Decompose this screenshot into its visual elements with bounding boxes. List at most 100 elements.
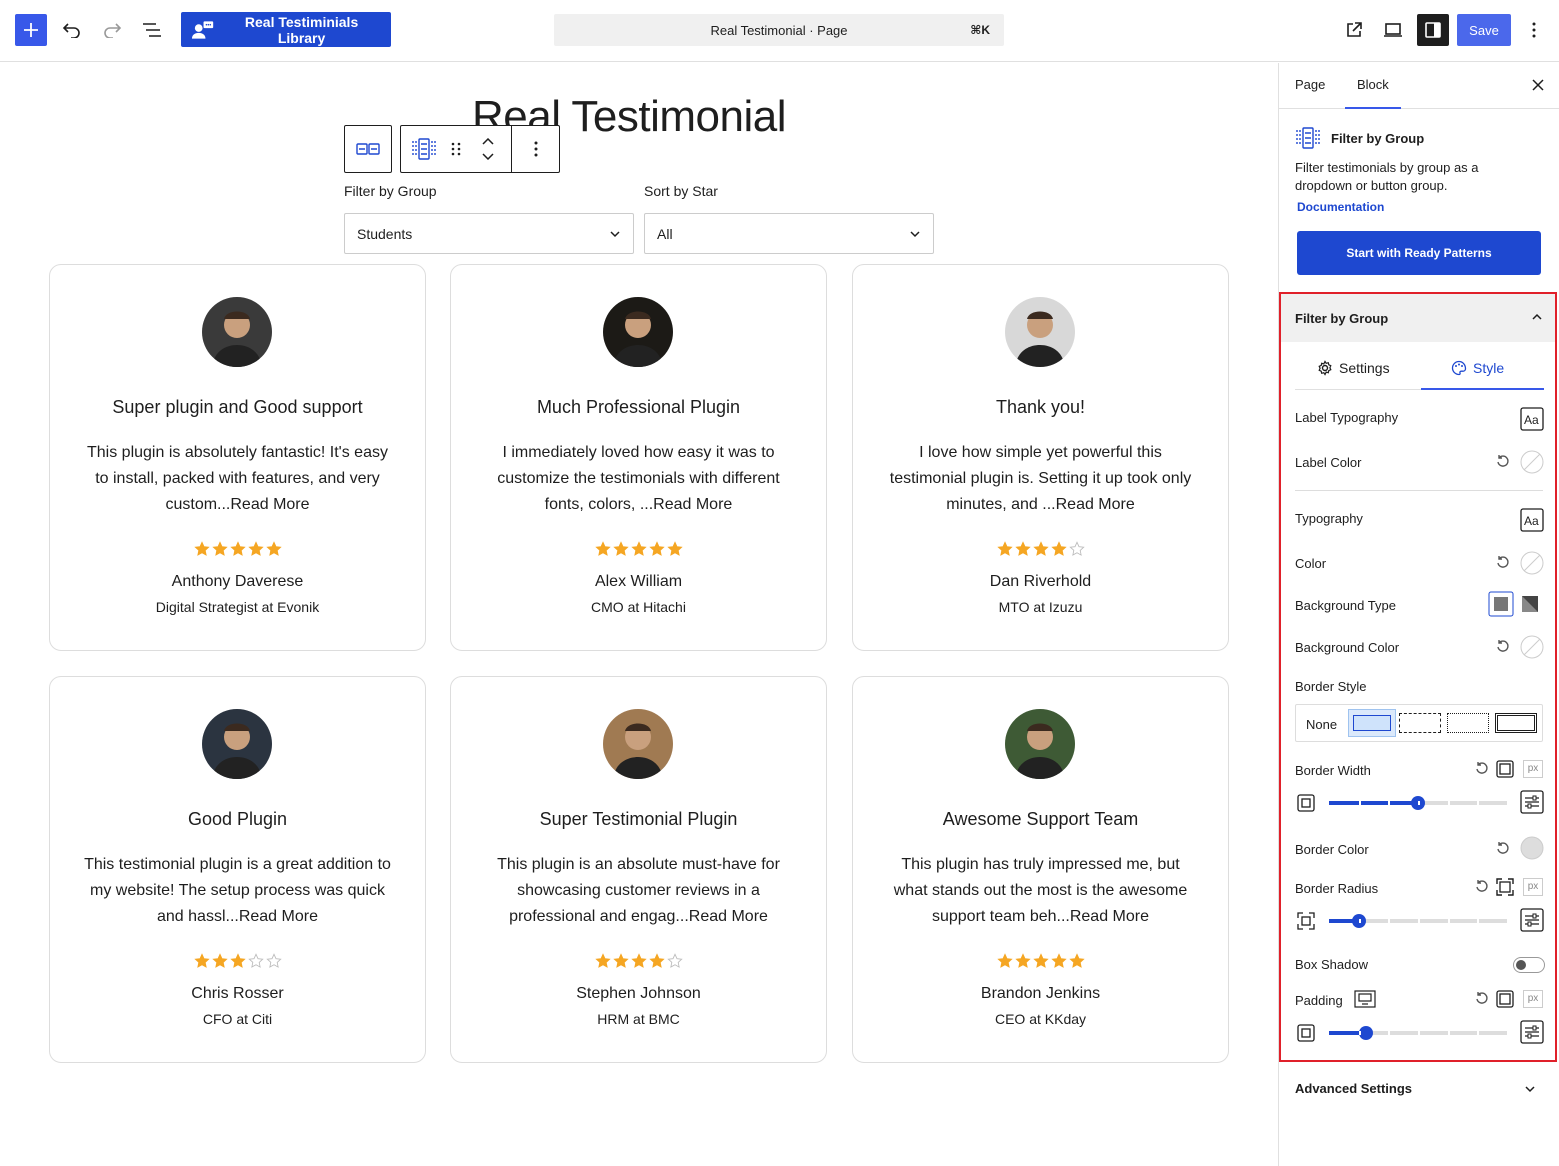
move-down-icon[interactable] — [482, 153, 494, 160]
testimonial-card: Awesome Support Team This plugin has trul… — [852, 676, 1229, 1063]
typography-icon[interactable]: Aa — [1520, 508, 1544, 532]
reset-icon[interactable] — [1496, 842, 1510, 856]
undo-button[interactable] — [58, 16, 86, 44]
close-icon[interactable] — [1530, 77, 1546, 93]
star-filled-icon — [594, 953, 611, 968]
save-button[interactable]: Save — [1457, 14, 1511, 46]
view-post-button[interactable] — [1341, 16, 1367, 44]
reviewer-role: MTO at Izuzu — [998, 599, 1083, 615]
star-filled-icon — [1014, 953, 1031, 968]
subtab-settings[interactable]: Settings — [1317, 360, 1390, 376]
border-none-option[interactable]: None — [1306, 717, 1337, 732]
reset-icon[interactable] — [1475, 992, 1489, 1006]
reset-icon[interactable] — [1496, 455, 1510, 469]
border-width-slider[interactable] — [1329, 796, 1507, 810]
advanced-settings-toggle[interactable]: Advanced Settings — [1295, 1081, 1412, 1096]
options-menu-button[interactable] — [1524, 16, 1544, 44]
custom-values-icon[interactable] — [1520, 1020, 1544, 1044]
move-up-icon[interactable] — [482, 138, 494, 145]
link-sides-icon[interactable] — [1495, 759, 1515, 779]
link-sides-icon[interactable] — [1495, 989, 1515, 1009]
border-dashed-option[interactable] — [1399, 713, 1441, 733]
chevron-down-icon[interactable] — [1524, 1083, 1536, 1095]
border-double-option[interactable] — [1495, 713, 1537, 733]
block-type-button[interactable] — [401, 126, 447, 172]
solid-background-icon[interactable] — [1488, 591, 1514, 617]
more-vertical-icon — [1532, 22, 1536, 38]
color-swatch-empty-icon[interactable] — [1520, 450, 1544, 474]
library-button[interactable]: Real Testiminials Library — [181, 12, 391, 47]
testimonial-title: Much Professional Plugin — [536, 397, 741, 417]
tab-page[interactable]: Page — [1295, 77, 1325, 92]
testimonial-body: This plugin has truly impressed me, but … — [893, 856, 1188, 925]
star-rating — [50, 541, 425, 557]
subtab-style[interactable]: Style — [1420, 360, 1545, 390]
typography-label: Typography — [1295, 511, 1363, 526]
star-empty-icon — [1068, 541, 1085, 556]
reset-icon[interactable] — [1496, 556, 1510, 570]
desktop-responsive-icon[interactable] — [1354, 990, 1376, 1008]
star-filled-icon — [247, 541, 264, 556]
chevron-down-icon — [610, 231, 620, 238]
sidebar-tabs: Page Block — [1279, 63, 1559, 109]
filter-group-select[interactable]: Students — [344, 213, 634, 254]
desktop-icon — [1384, 23, 1402, 37]
reviewer-name: Brandon Jenkins — [980, 985, 1101, 1002]
settings-sidebar-toggle[interactable] — [1417, 14, 1449, 46]
reviewer-name: Stephen Johnson — [576, 985, 701, 1002]
redo-button[interactable] — [98, 16, 126, 44]
parent-block-button[interactable] — [344, 125, 392, 173]
avatar — [1005, 709, 1075, 779]
ready-patterns-button[interactable]: Start with Ready Patterns — [1297, 231, 1541, 275]
unit-selector[interactable]: px — [1523, 760, 1543, 778]
star-filled-icon — [612, 953, 629, 968]
custom-values-icon[interactable] — [1520, 908, 1544, 932]
add-block-button[interactable] — [15, 14, 47, 46]
documentation-link[interactable]: Documentation — [1297, 200, 1384, 214]
color-swatch-empty-icon[interactable] — [1520, 635, 1544, 659]
drag-handle[interactable] — [447, 126, 465, 172]
star-rating — [451, 541, 826, 557]
unit-selector[interactable]: px — [1523, 878, 1543, 896]
move-controls — [465, 126, 511, 172]
custom-values-icon[interactable] — [1520, 790, 1544, 814]
border-solid-option-selected[interactable] — [1348, 709, 1396, 737]
tab-block[interactable]: Block — [1345, 77, 1401, 109]
subtab-style-label: Style — [1473, 360, 1505, 376]
reset-icon[interactable] — [1496, 640, 1510, 654]
panel-header[interactable]: Filter by Group — [1281, 294, 1555, 342]
testimonial-card: Much Professional Plugin I immediately lo… — [450, 264, 827, 651]
subtab-settings-label: Settings — [1339, 360, 1390, 376]
sort-star-select[interactable]: All — [644, 213, 934, 254]
star-filled-icon — [630, 541, 647, 556]
border-color-swatch[interactable] — [1520, 836, 1544, 860]
testimonial-title: Super plugin and Good support — [112, 397, 363, 417]
testimonial-card: Super plugin and Good support This plugin… — [49, 264, 426, 651]
link-corners-icon[interactable] — [1495, 877, 1515, 897]
slider-knob[interactable] — [1359, 1026, 1373, 1040]
command-palette[interactable]: Real Testimonial · Page ⌘K — [554, 14, 1004, 46]
border-dotted-option[interactable] — [1447, 713, 1489, 733]
gradient-background-icon[interactable] — [1521, 595, 1539, 613]
reviewer-role: CMO at Hitachi — [591, 599, 686, 615]
block-name: Filter by Group — [1331, 131, 1425, 146]
preview-device-button[interactable] — [1380, 16, 1406, 44]
star-filled-icon — [648, 541, 665, 556]
panel-title: Filter by Group — [1295, 311, 1389, 326]
padding-slider[interactable] — [1329, 1026, 1507, 1040]
block-options-button[interactable] — [511, 126, 559, 172]
star-filled-icon — [265, 541, 282, 556]
reset-icon[interactable] — [1475, 762, 1489, 776]
redo-icon — [104, 23, 122, 38]
reset-icon[interactable] — [1475, 880, 1489, 894]
star-filled-icon — [630, 953, 647, 968]
box-shadow-toggle[interactable] — [1513, 957, 1545, 973]
typography-icon[interactable]: Aa — [1520, 407, 1544, 431]
unit-selector[interactable]: px — [1523, 990, 1543, 1008]
color-swatch-empty-icon[interactable] — [1520, 551, 1544, 575]
document-overview-button[interactable] — [138, 16, 166, 44]
more-vertical-icon — [534, 141, 537, 157]
testimonial-body: I immediately loved how easy it was to c… — [497, 444, 780, 513]
border-radius-slider[interactable] — [1329, 914, 1507, 928]
star-filled-icon — [229, 541, 246, 556]
